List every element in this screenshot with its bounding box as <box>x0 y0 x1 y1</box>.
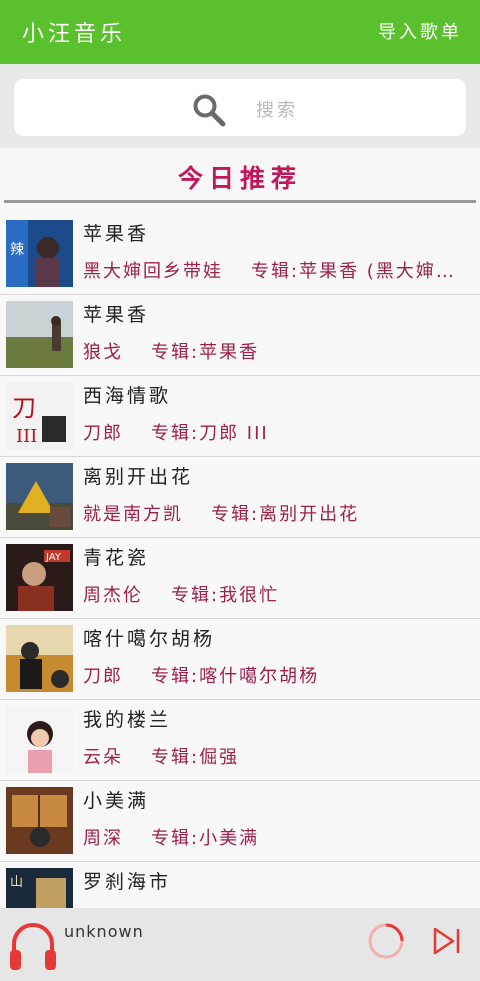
song-title: 苹果香 <box>83 223 150 245</box>
app-title: 小汪音乐 <box>22 22 127 47</box>
now-playing-title: unknown <box>64 922 144 941</box>
album-name: 专辑:刀郎 III <box>151 423 269 444</box>
album-cover: JAY <box>6 544 73 611</box>
artist-name: 狼戈 <box>83 342 123 363</box>
headphones-icon[interactable] <box>8 916 58 974</box>
song-row[interactable]: 刀 III 西海情歌 刀郎 专辑:刀郎 III <box>0 376 480 457</box>
mini-player: unknown <box>0 908 480 981</box>
song-title: 离别开出花 <box>83 466 194 488</box>
album-cover <box>6 787 73 854</box>
section-divider <box>4 200 476 203</box>
song-row[interactable]: JAY 青花瓷 周杰伦 专辑:我很忙 <box>0 538 480 619</box>
song-row[interactable]: 苹果香 狼戈 专辑:苹果香 <box>0 295 480 376</box>
album-name: 专辑:我很忙 <box>171 585 280 606</box>
album-name: 专辑:苹果香 <box>151 342 260 363</box>
search-icon <box>193 94 226 127</box>
svg-text:辣: 辣 <box>10 242 24 258</box>
song-row[interactable]: 喀什噶尔胡杨 刀郎 专辑:喀什噶尔胡杨 <box>0 619 480 700</box>
artist-name: 刀郎 <box>83 423 123 444</box>
artist-name: 刀郎 <box>83 666 123 687</box>
song-list[interactable]: 辣 苹果香 黑大婶回乡带娃专辑:苹果香 (黑大婶回乡带娃版) 苹果香 狼戈专辑:… <box>0 214 480 908</box>
skip-next-icon[interactable] <box>430 924 464 958</box>
song-meta: 周深 专辑:小美满 <box>83 824 473 850</box>
song-row[interactable]: 我的楼兰 云朵 专辑:倔强 <box>0 700 480 781</box>
album-name: 专辑:苹果香 (黑大婶回乡带娃版) <box>251 261 473 282</box>
song-meta: 刀郎 专辑:喀什噶尔胡杨 <box>83 662 473 688</box>
search-area: 搜索 <box>0 64 480 148</box>
top-bar: 小汪音乐 导入歌单 <box>0 0 480 64</box>
album-name: 专辑:倔强 <box>151 747 240 768</box>
search-input[interactable]: 搜索 <box>14 79 466 136</box>
album-cover <box>6 301 73 368</box>
svg-text:刀: 刀 <box>12 394 36 422</box>
artist-name: 黑大婶回乡带娃 <box>83 261 223 282</box>
artist-name: 周深 <box>83 828 123 849</box>
song-meta: 就是南方凯 专辑:离别开出花 <box>83 500 473 526</box>
song-title: 西海情歌 <box>83 385 172 407</box>
svg-text:JAY: JAY <box>45 552 62 563</box>
artist-name: 云朵 <box>83 747 123 768</box>
song-row[interactable]: 山 罗刹海市 <box>0 862 480 908</box>
song-meta: 刀郎 专辑:刀郎 III <box>83 419 473 445</box>
song-title: 罗刹海市 <box>83 871 172 893</box>
album-name: 专辑:喀什噶尔胡杨 <box>151 666 320 687</box>
album-cover <box>6 706 73 773</box>
svg-text:III: III <box>16 426 37 447</box>
artist-name: 就是南方凯 <box>83 504 183 525</box>
song-meta: 云朵 专辑:倔强 <box>83 743 473 769</box>
app-screen: 小汪音乐 导入歌单 搜索 今日推荐 辣 苹果香 黑大婶回乡带娃 专辑:苹果香 (… <box>0 0 480 981</box>
play-progress-button[interactable] <box>366 921 406 961</box>
album-cover: 刀 III <box>6 382 73 449</box>
import-playlist-button[interactable]: 导入歌单 <box>378 18 462 44</box>
song-row[interactable]: 小美满 周深 专辑:小美满 <box>0 781 480 862</box>
song-row[interactable]: 离别开出花 就是南方凯 专辑:离别开出花 <box>0 457 480 538</box>
song-title: 青花瓷 <box>83 547 150 569</box>
svg-text:山: 山 <box>10 875 23 890</box>
song-meta: 周杰伦 专辑:我很忙 <box>83 581 473 607</box>
album-cover: 山 <box>6 868 73 908</box>
album-cover <box>6 625 73 692</box>
song-title: 我的楼兰 <box>83 709 172 731</box>
section-title: 今日推荐 <box>177 164 302 193</box>
album-cover <box>6 463 73 530</box>
song-row[interactable]: 辣 苹果香 黑大婶回乡带娃 专辑:苹果香 (黑大婶回乡带娃版) <box>0 214 480 295</box>
album-cover: 辣 <box>6 220 73 287</box>
song-meta: 狼戈 专辑:苹果香 <box>83 338 473 364</box>
song-title: 苹果香 <box>83 304 150 326</box>
artist-name: 周杰伦 <box>83 585 143 606</box>
album-name: 专辑:小美满 <box>151 828 260 849</box>
search-placeholder: 搜索 <box>256 100 298 121</box>
album-name: 专辑:离别开出花 <box>211 504 360 525</box>
song-title: 小美满 <box>83 790 150 812</box>
song-meta: 黑大婶回乡带娃 专辑:苹果香 (黑大婶回乡带娃版) <box>83 257 473 283</box>
song-title: 喀什噶尔胡杨 <box>83 628 216 650</box>
